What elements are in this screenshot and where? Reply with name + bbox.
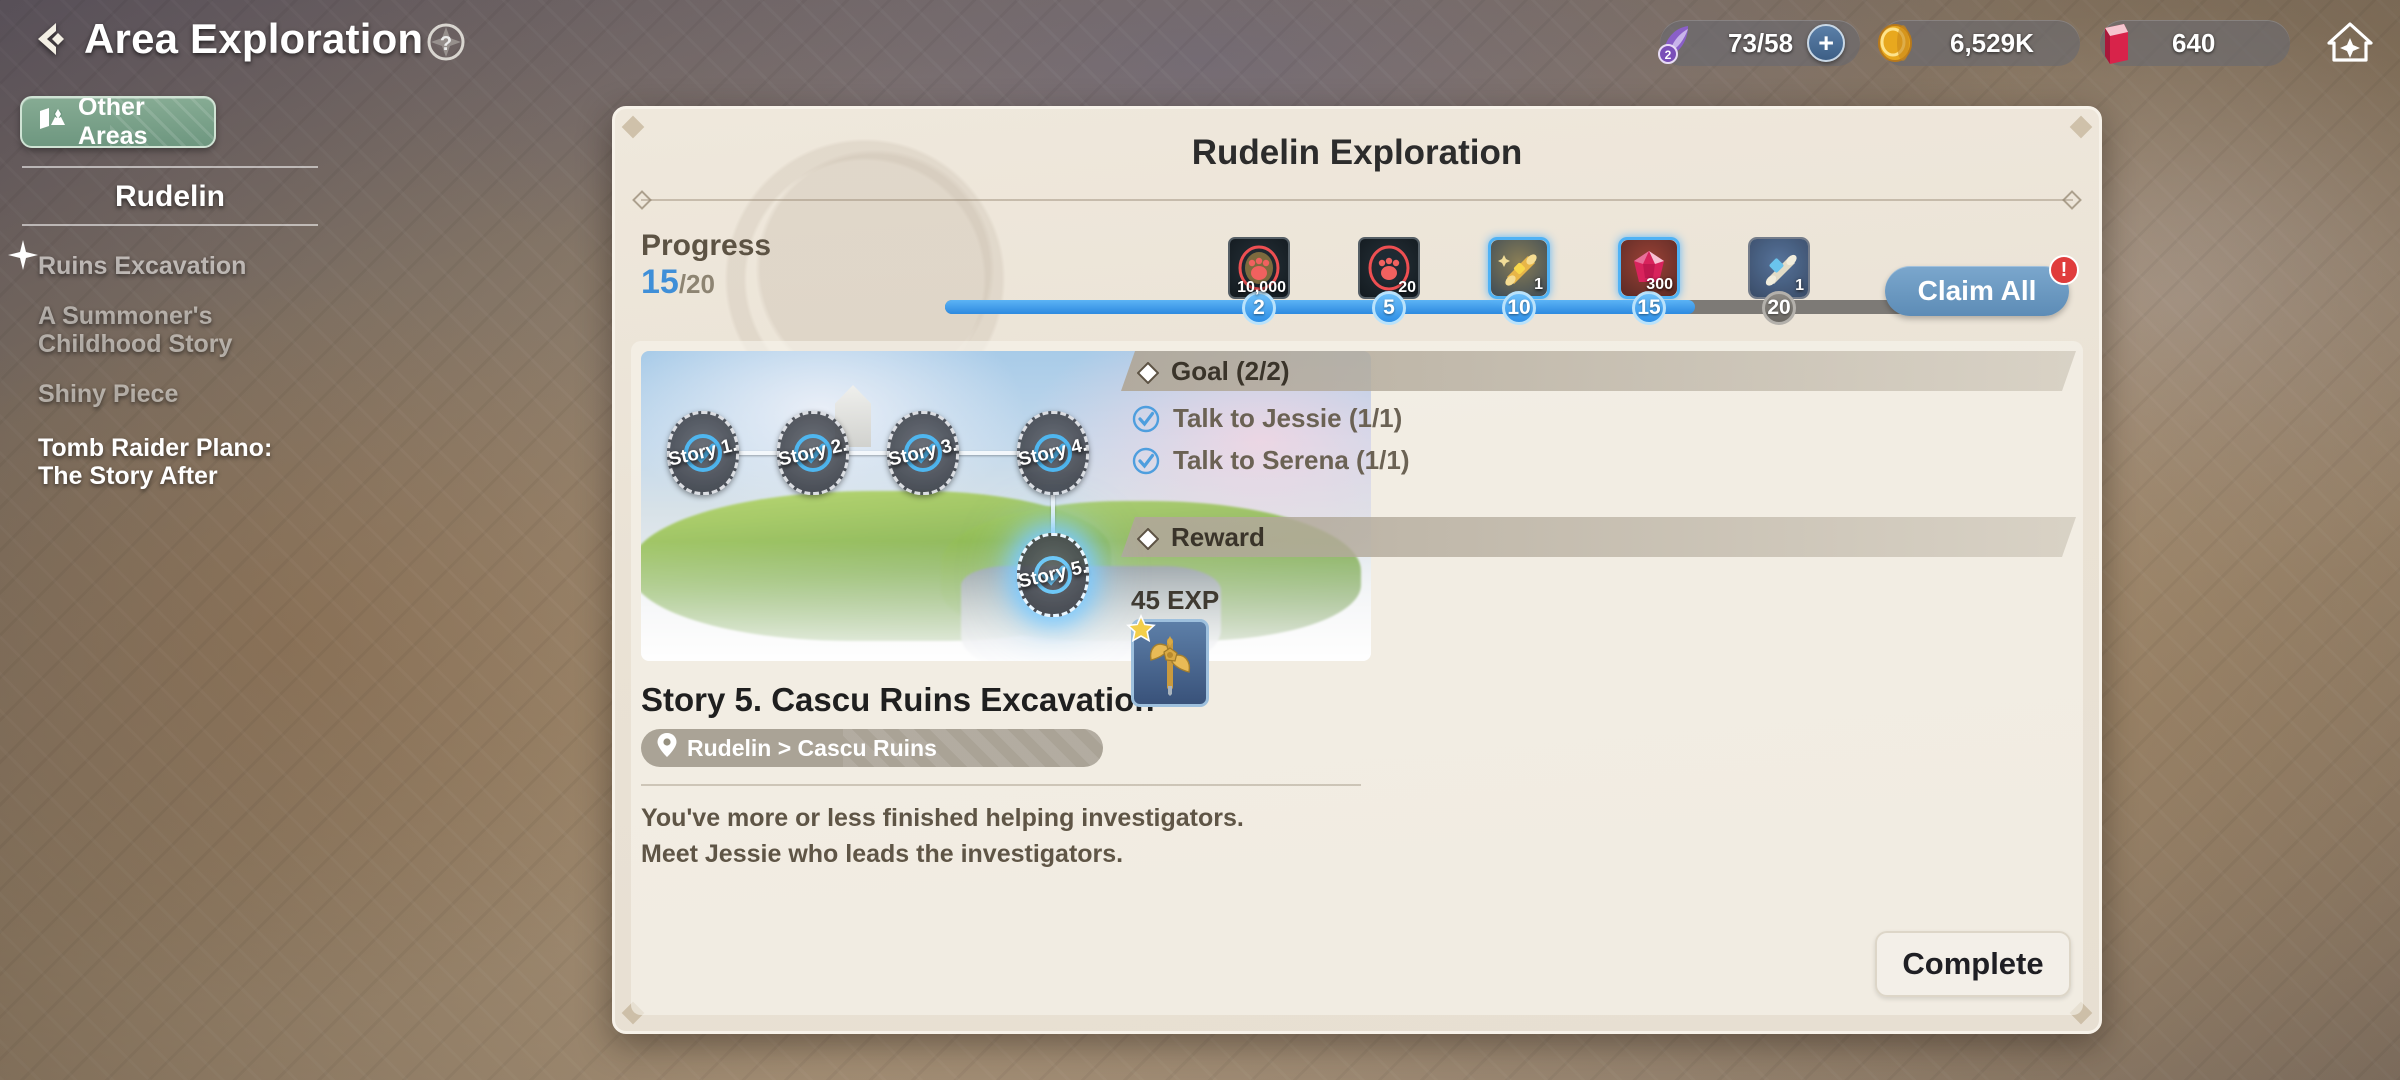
- stamina-feather-icon: 2: [1648, 14, 1706, 72]
- area-name: Rudelin: [115, 180, 225, 213]
- divider: [641, 199, 2073, 201]
- progress-fill: [945, 300, 1695, 314]
- claim-all-button[interactable]: Claim All: [1885, 266, 2069, 316]
- red-book-icon: [2088, 14, 2146, 72]
- goal-objective-1: Talk to Jessie (1/1): [1131, 403, 1402, 434]
- progress-label: Progress 15/20: [641, 229, 801, 302]
- milestone-node-15[interactable]: 15: [1632, 291, 1666, 325]
- stamina-value: 73/58: [1728, 27, 1794, 58]
- story-title: Story 5. Cascu Ruins Excavation: [641, 681, 1155, 718]
- story-node-4[interactable]: Story 4.: [1017, 411, 1089, 495]
- progress-current: 15: [641, 263, 679, 301]
- diamond-icon: [1137, 360, 1159, 382]
- reward-milestone-10[interactable]: 1: [1488, 237, 1550, 299]
- sparkle-icon: [8, 240, 38, 270]
- map-flag-icon: [36, 103, 68, 142]
- map-pin-icon: [656, 732, 678, 764]
- reward-milestone-15[interactable]: 300: [1618, 237, 1680, 299]
- reward-qty: 1: [1534, 276, 1543, 293]
- book-value: 640: [2172, 27, 2216, 58]
- svg-text:2: 2: [1665, 48, 1672, 62]
- check-circle-icon: [1131, 404, 1161, 434]
- reward-exp: 45 EXP: [1131, 585, 1220, 615]
- rule-ornament: [632, 190, 652, 210]
- other-areas-button[interactable]: Other Areas: [20, 96, 216, 148]
- gold-value: 6,529K: [1950, 27, 2034, 58]
- complete-button[interactable]: Complete: [1875, 931, 2071, 997]
- story-node-5[interactable]: Story 5.: [1017, 533, 1089, 617]
- story-map: Story 1. Story 2. Story 3. Story 4. Stor…: [641, 351, 1371, 661]
- story-link: [1051, 491, 1055, 535]
- reward-qty: 300: [1646, 276, 1673, 293]
- story-node-3[interactable]: Story 3.: [887, 411, 959, 495]
- goal-objective-label: Talk to Jessie (1/1): [1173, 403, 1403, 433]
- top-bar: Area Exploration ? 2 73/58 + 6,529K 640: [0, 0, 2400, 86]
- reward-heading: Reward: [1171, 521, 1265, 552]
- page-title: Area Exploration: [84, 15, 424, 62]
- sidebar-item-label: Shiny Piece: [38, 380, 179, 408]
- sidebar-item-label: Ruins Excavation: [38, 252, 247, 280]
- rule-ornament: [2062, 190, 2082, 210]
- reward-section-header: Reward: [1121, 517, 2076, 557]
- sidebar-item-summoners-childhood-story[interactable]: A Summoner's Childhood Story: [0, 280, 340, 358]
- divider: [641, 784, 1361, 786]
- claim-all-alert-badge: !: [2049, 255, 2079, 285]
- story-link: [956, 451, 1018, 455]
- sidebar-item-shiny-piece[interactable]: Shiny Piece: [0, 358, 340, 408]
- reward-item[interactable]: [1126, 614, 1209, 707]
- exploration-panel: Rudelin Exploration Progress 15/20 10,00…: [612, 106, 2102, 1034]
- sidebar-item-tomb-raider-plano[interactable]: Tomb Raider Plano: The Story After: [0, 408, 340, 490]
- milestone-node-20[interactable]: 20: [1762, 291, 1796, 325]
- story-node-2[interactable]: Story 2.: [777, 411, 849, 495]
- currency-book[interactable]: 640: [2100, 20, 2290, 66]
- goal-objective-2: Talk to Serena (1/1): [1131, 445, 1410, 476]
- story-description: You've more or less finished helping inv…: [641, 804, 1244, 868]
- sidebar: Other Areas Rudelin Ruins Excavation A S…: [0, 96, 340, 490]
- currency-gold[interactable]: 6,529K: [1878, 20, 2080, 66]
- sidebar-item-ruins-excavation[interactable]: Ruins Excavation: [0, 226, 340, 280]
- star-badge-icon: [1126, 614, 1156, 644]
- milestone-node-10[interactable]: 10: [1502, 291, 1536, 325]
- diamond-icon: [1137, 526, 1159, 548]
- map-mist: [641, 541, 1371, 661]
- home-icon[interactable]: [2322, 14, 2378, 70]
- goal-section-header: Goal (2/2): [1121, 351, 2076, 391]
- reward-qty: 20: [1398, 279, 1416, 296]
- goal-objective-label: Talk to Serena (1/1): [1173, 445, 1410, 475]
- panel-title: Rudelin Exploration: [1191, 133, 1523, 172]
- reward-milestone-5[interactable]: 20: [1358, 237, 1420, 299]
- reward-qty: 1: [1795, 277, 1804, 294]
- gold-coin-icon: [1868, 14, 1926, 72]
- reward-milestone-20[interactable]: 1: [1748, 237, 1810, 299]
- reward-qty: 10,000: [1237, 279, 1286, 296]
- sidebar-item-label: A Summoner's Childhood Story: [38, 302, 233, 358]
- stamina-plus-button[interactable]: +: [1807, 24, 1846, 62]
- svg-text:?: ?: [440, 33, 452, 55]
- story-node-1[interactable]: Story 1.: [667, 411, 739, 495]
- progress-total: /20: [678, 269, 715, 299]
- progress-text: Progress: [641, 229, 772, 262]
- goal-heading: Goal (2/2): [1171, 355, 1290, 386]
- location-text: Rudelin > Cascu Ruins: [687, 734, 937, 761]
- other-areas-label: Other Areas: [78, 96, 148, 148]
- location-breadcrumb: Rudelin > Cascu Ruins: [641, 729, 1103, 767]
- sidebar-item-label: Tomb Raider Plano: The Story After: [38, 434, 273, 490]
- reward-milestone-2[interactable]: 10,000: [1228, 237, 1290, 299]
- check-circle-icon: [1131, 446, 1161, 476]
- content-card: Story 1. Story 2. Story 3. Story 4. Stor…: [631, 341, 2083, 1015]
- currency-stamina[interactable]: 2 73/58 +: [1658, 20, 1860, 66]
- help-question-icon[interactable]: ?: [424, 20, 468, 64]
- back-arrow-icon[interactable]: [22, 10, 80, 68]
